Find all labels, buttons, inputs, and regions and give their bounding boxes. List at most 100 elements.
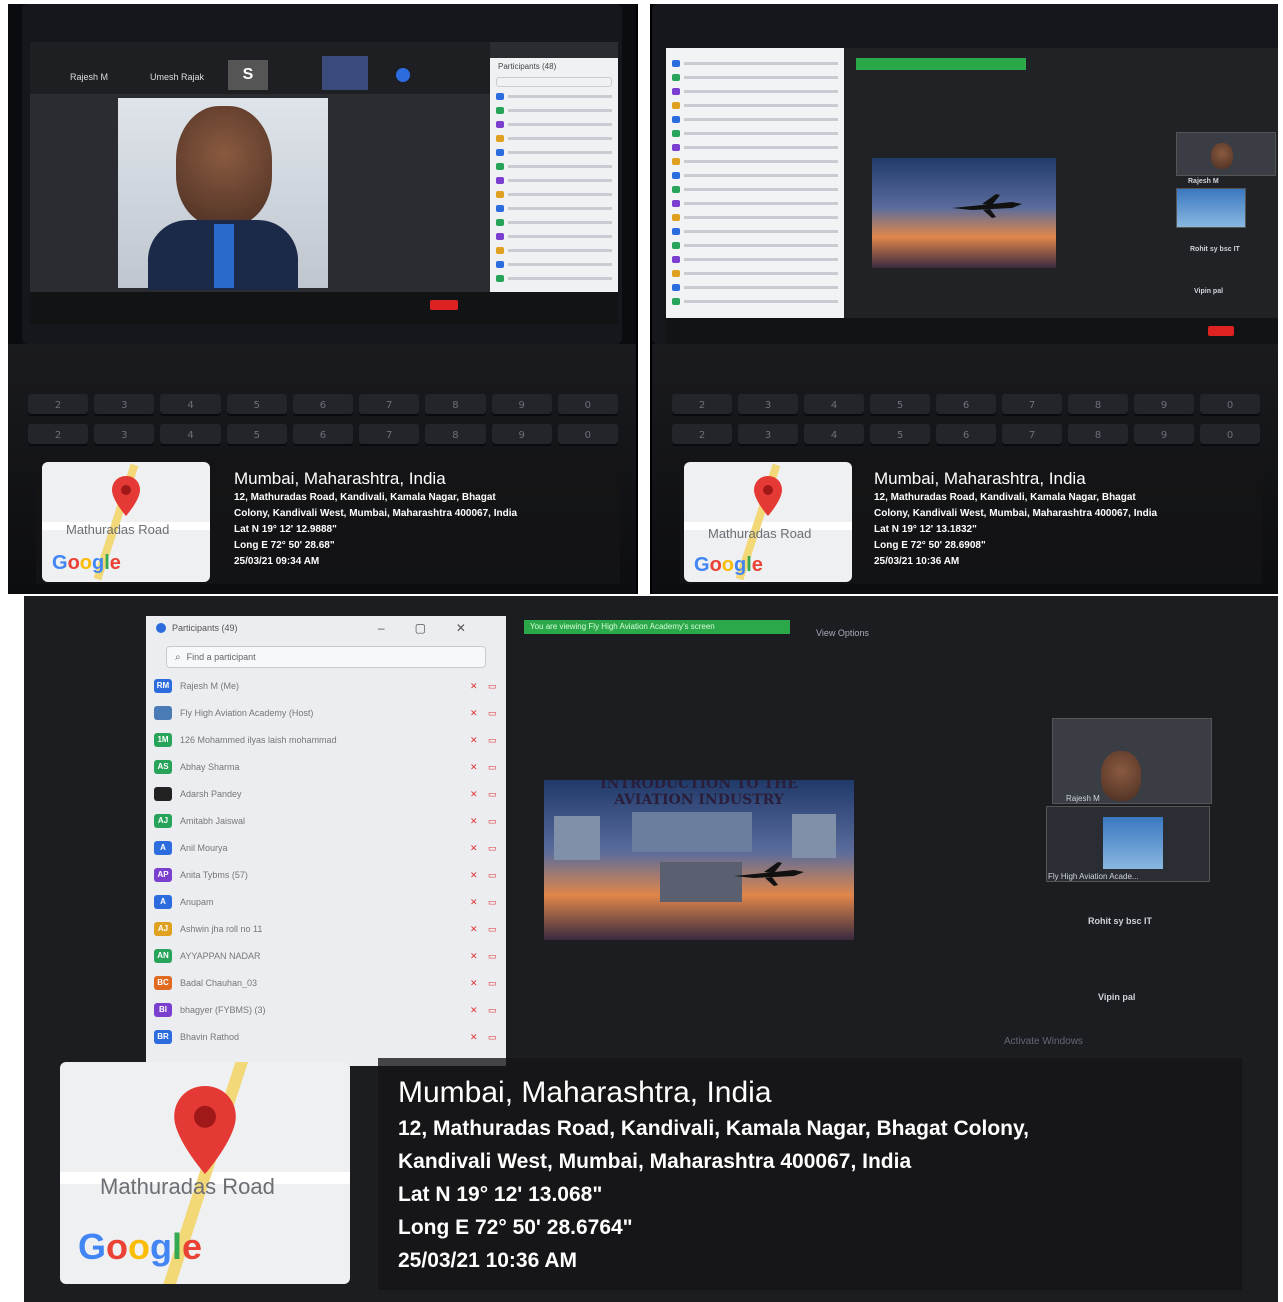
- participant-row[interactable]: [666, 294, 844, 308]
- participant-row[interactable]: [490, 103, 618, 117]
- participant-name: AYYAPPAN NADAR: [180, 950, 261, 961]
- participant-row[interactable]: AJ Ashwin jha roll no 11 ✕ ▭: [146, 915, 506, 942]
- participant-row[interactable]: AJ Amitabh Jaiswal ✕ ▭: [146, 807, 506, 834]
- mic-muted-icon[interactable]: ✕: [470, 1032, 480, 1042]
- participant-row[interactable]: [666, 140, 844, 154]
- participant-row[interactable]: [490, 257, 618, 271]
- participant-row[interactable]: [490, 215, 618, 229]
- participant-row[interactable]: [666, 280, 844, 294]
- video-off-icon[interactable]: ▭: [488, 843, 498, 853]
- participant-row[interactable]: [666, 210, 844, 224]
- video-off-icon[interactable]: ▭: [488, 789, 498, 799]
- stamp-address: Colony, Kandivali West, Mumbai, Maharash…: [234, 508, 518, 519]
- mic-muted-icon[interactable]: ✕: [470, 1005, 480, 1015]
- mic-muted-icon[interactable]: ✕: [470, 924, 480, 934]
- video-off-icon[interactable]: ▭: [488, 924, 498, 934]
- mic-muted-icon[interactable]: ✕: [470, 951, 480, 961]
- mic-muted-icon[interactable]: ✕: [470, 978, 480, 988]
- video-off-icon[interactable]: ▭: [488, 1032, 498, 1042]
- participant-row[interactable]: [666, 196, 844, 210]
- participant-row[interactable]: AP Anita Tybms (57) ✕ ▭: [146, 861, 506, 888]
- participant-row[interactable]: Adarsh Pandey ✕ ▭: [146, 780, 506, 807]
- participant-name: [508, 234, 612, 238]
- video-off-icon[interactable]: ▭: [488, 708, 498, 718]
- keyboard-key: 9: [491, 394, 552, 416]
- participant-row[interactable]: [490, 117, 618, 131]
- participant-row[interactable]: [666, 252, 844, 266]
- participant-name: [508, 94, 612, 98]
- participant-row[interactable]: A Anil Mourya ✕ ▭: [146, 834, 506, 861]
- participant-row[interactable]: [666, 84, 844, 98]
- mic-muted-icon[interactable]: ✕: [470, 762, 480, 772]
- search-input[interactable]: [496, 77, 612, 87]
- participant-row[interactable]: [490, 229, 618, 243]
- participant-list: [490, 89, 618, 285]
- participant-row[interactable]: [490, 187, 618, 201]
- mic-muted-icon[interactable]: ✕: [470, 897, 480, 907]
- participant-row[interactable]: [490, 145, 618, 159]
- participant-row[interactable]: [490, 271, 618, 285]
- video-off-icon[interactable]: ▭: [488, 762, 498, 772]
- participant-row[interactable]: 1M 126 Mohammed ilyas laish mohammad ✕ ▭: [146, 726, 506, 753]
- keyboard-key: 8: [1068, 424, 1128, 446]
- participant-avatar: [154, 786, 172, 801]
- participant-row[interactable]: [490, 89, 618, 103]
- video-off-icon[interactable]: ▭: [488, 735, 498, 745]
- participant-row[interactable]: [490, 201, 618, 215]
- participant-row[interactable]: [666, 56, 844, 70]
- end-button[interactable]: [430, 300, 458, 310]
- stamp-city: Mumbai, Maharashtra, India: [874, 469, 1086, 488]
- participant-row[interactable]: [666, 154, 844, 168]
- video-off-icon[interactable]: ▭: [488, 870, 498, 880]
- participant-row[interactable]: [666, 70, 844, 84]
- participant-row[interactable]: [666, 98, 844, 112]
- video-off-icon[interactable]: ▭: [488, 951, 498, 961]
- video-off-icon[interactable]: ▭: [488, 816, 498, 826]
- participant-name: [684, 75, 838, 79]
- participant-row[interactable]: [490, 159, 618, 173]
- mic-muted-icon[interactable]: ✕: [470, 870, 480, 880]
- participant-row[interactable]: AN AYYAPPAN NADAR ✕ ▭: [146, 942, 506, 969]
- keyboard-key: 6: [292, 394, 354, 416]
- participant-name: [684, 145, 838, 149]
- participant-row[interactable]: [666, 266, 844, 280]
- stamp-address: Colony, Kandivali West, Mumbai, Maharash…: [874, 508, 1158, 519]
- video-off-icon[interactable]: ▭: [488, 681, 498, 691]
- video-off-icon[interactable]: ▭: [488, 978, 498, 988]
- participant-row[interactable]: [666, 168, 844, 182]
- stamp-address: 12, Mathuradas Road, Kandivali, Kamala N…: [234, 492, 496, 503]
- mic-muted-icon[interactable]: ✕: [470, 681, 480, 691]
- participant-row[interactable]: [666, 182, 844, 196]
- participant-row[interactable]: Fly High Aviation Academy (Host) ✕ ▭: [146, 699, 506, 726]
- participant-row[interactable]: [490, 173, 618, 187]
- participant-row[interactable]: [666, 224, 844, 238]
- mic-muted-icon[interactable]: ✕: [470, 708, 480, 718]
- view-options[interactable]: View Options: [816, 628, 869, 638]
- google-logo: Google: [694, 554, 763, 576]
- map-pin-icon: [174, 1086, 236, 1174]
- mic-muted-icon[interactable]: ✕: [470, 789, 480, 799]
- participant-row[interactable]: BR Bhavin Rathod ✕ ▭: [146, 1023, 506, 1050]
- search-input[interactable]: ⌕ Find a participant: [166, 646, 486, 668]
- participant-avatar: [672, 59, 680, 67]
- participant-row[interactable]: [666, 126, 844, 140]
- video-off-icon[interactable]: ▭: [488, 1005, 498, 1015]
- mic-muted-icon[interactable]: ✕: [470, 735, 480, 745]
- participant-row[interactable]: [666, 238, 844, 252]
- participant-row[interactable]: [490, 243, 618, 257]
- video-off-icon[interactable]: ▭: [488, 897, 498, 907]
- participant-row[interactable]: A Anupam ✕ ▭: [146, 888, 506, 915]
- window-controls[interactable]: –▢✕: [378, 621, 496, 635]
- mic-muted-icon[interactable]: ✕: [470, 816, 480, 826]
- participant-row[interactable]: [490, 131, 618, 145]
- participant-row[interactable]: RM Rajesh M (Me) ✕ ▭: [146, 672, 506, 699]
- participant-row[interactable]: BC Badal Chauhan_03 ✕ ▭: [146, 969, 506, 996]
- mic-muted-icon[interactable]: ✕: [470, 843, 480, 853]
- avatar: S: [228, 60, 268, 90]
- participant-row[interactable]: AS Abhay Sharma ✕ ▭: [146, 753, 506, 780]
- end-button[interactable]: [1208, 326, 1234, 336]
- participant-row[interactable]: [666, 112, 844, 126]
- keyboard-key: 7: [1002, 394, 1062, 416]
- arrow-icon[interactable]: [396, 68, 410, 82]
- participant-row[interactable]: BI bhagyer (FYBMS) (3) ✕ ▭: [146, 996, 506, 1023]
